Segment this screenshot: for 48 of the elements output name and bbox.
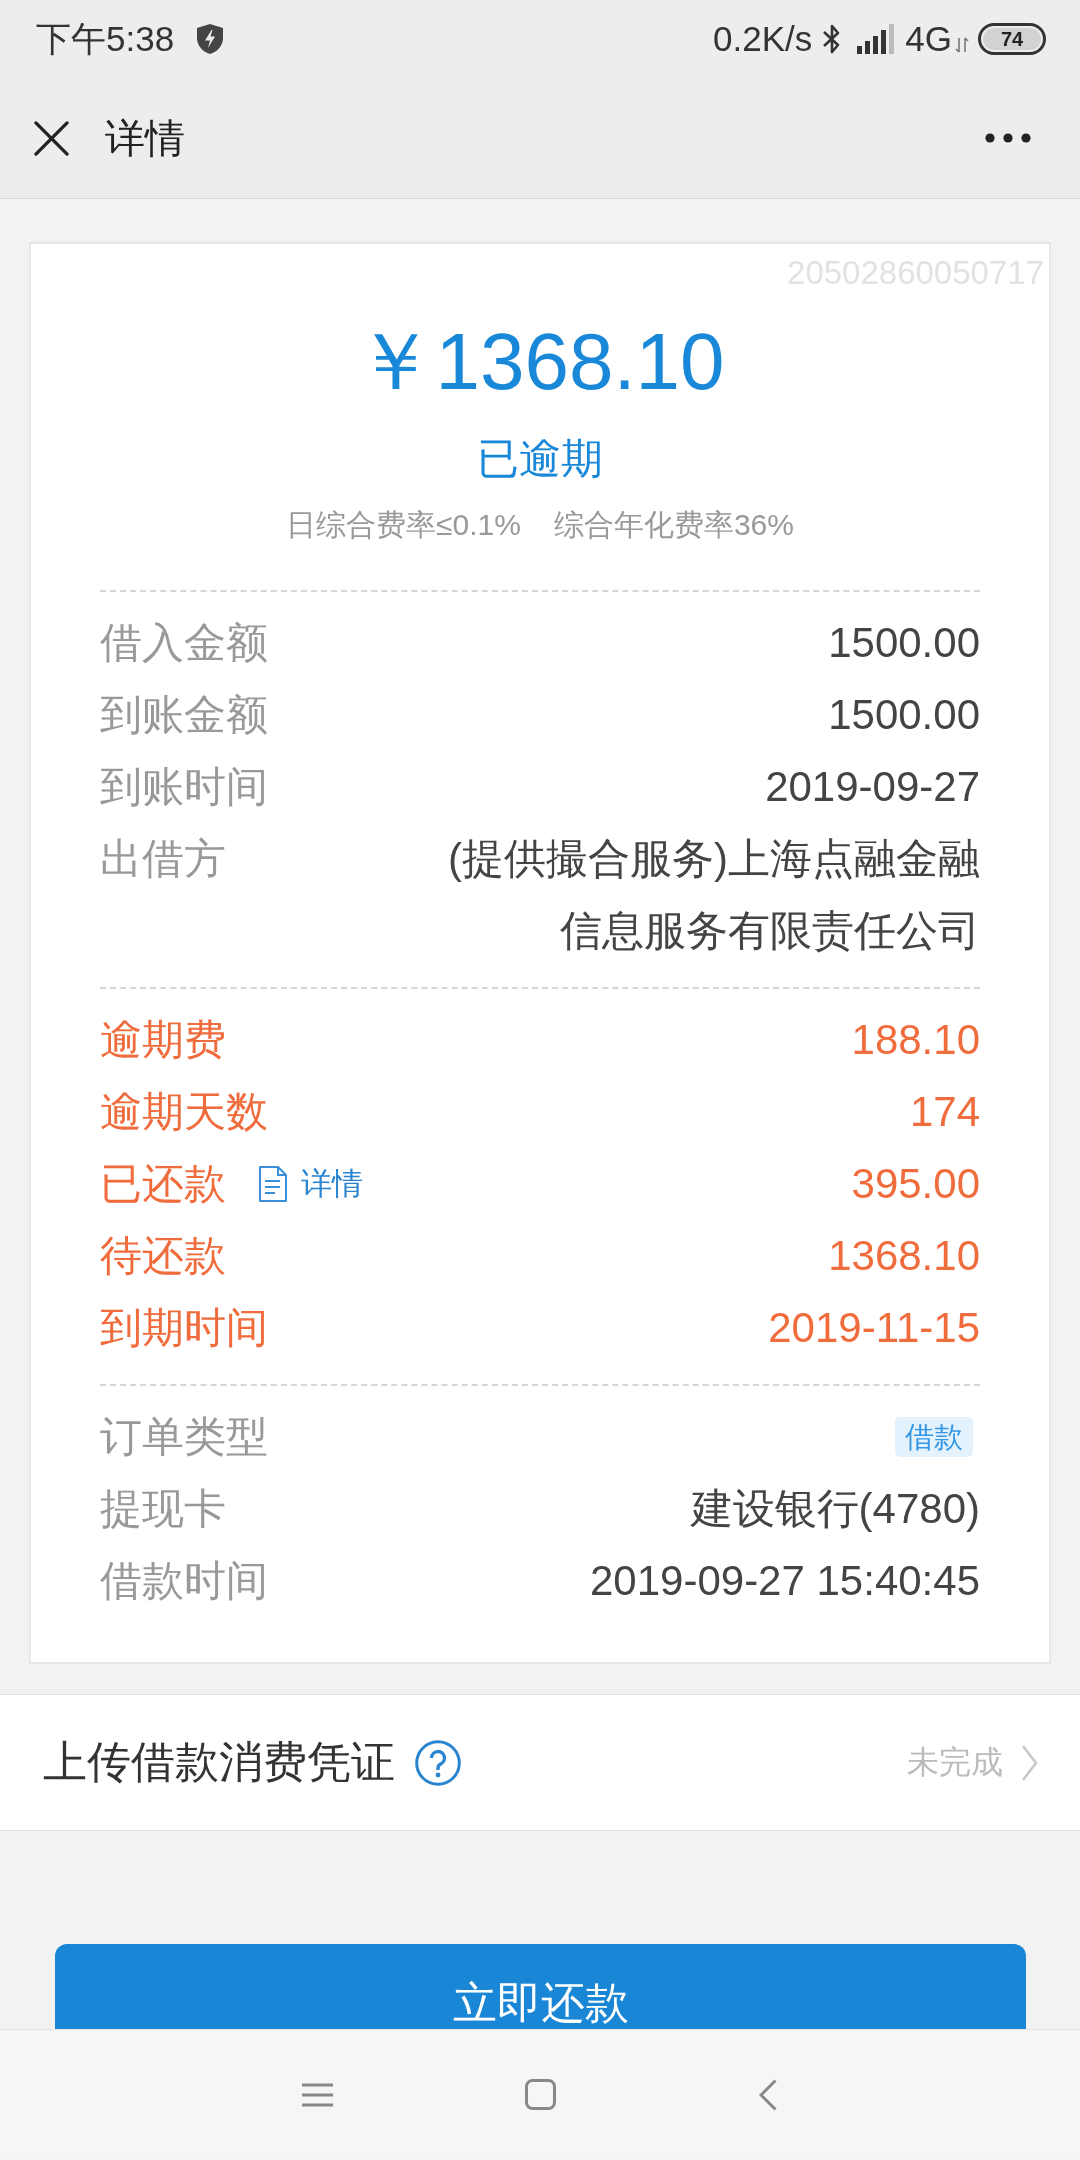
- close-icon[interactable]: [34, 120, 69, 156]
- row-label: 已还款: [100, 1159, 226, 1209]
- page-title: 详情: [105, 114, 185, 162]
- upload-status: 未完成: [907, 1742, 1003, 1782]
- menu-icon[interactable]: [302, 2082, 333, 2107]
- row-label: 出借方: [100, 834, 226, 884]
- row-value: 1368.10: [828, 1231, 980, 1281]
- help-icon[interactable]: [415, 1739, 461, 1786]
- row-value: 2019-09-27 15:40:45: [590, 1556, 980, 1606]
- status-text: 已逾期: [476, 434, 604, 484]
- fee-rate-text: 综合年化费率36%: [553, 507, 794, 543]
- shield-icon: [196, 23, 225, 55]
- row-label: 待还款: [100, 1231, 226, 1281]
- row-label: 到账时间: [100, 762, 268, 812]
- row-label: 提现卡: [100, 1484, 226, 1534]
- details-link[interactable]: 详情: [301, 1164, 363, 1204]
- more-icon[interactable]: [985, 133, 1031, 143]
- row-value: 2019-09-27: [765, 762, 980, 812]
- row-value: 2019-11-15: [768, 1303, 980, 1353]
- row-label: 到期时间: [100, 1303, 268, 1353]
- row-value: 1500.00: [828, 690, 980, 740]
- row-label: 到账金额: [100, 690, 268, 740]
- data-arrows-icon: [955, 37, 969, 53]
- row-value: 1500.00: [828, 618, 980, 668]
- repay-button[interactable]: 立即还款: [55, 1944, 1026, 2029]
- row-label: 订单类型: [100, 1412, 268, 1462]
- document-icon: [258, 1165, 288, 1203]
- amount-due: ￥1368.10: [354, 316, 726, 408]
- row-label: 逾期天数: [100, 1087, 268, 1137]
- chevron-right-icon: [1021, 1743, 1038, 1782]
- type-tag: 借款: [895, 1417, 973, 1457]
- row-label: 逾期费: [100, 1015, 226, 1065]
- row-label: 借款时间: [100, 1556, 268, 1606]
- status-time: 下午5:38: [36, 17, 175, 60]
- row-value: 395.00: [851, 1159, 980, 1209]
- fee-rate-text: 日综合费率≤0.1%: [286, 507, 521, 543]
- network-type: 4G: [905, 19, 952, 59]
- row-value: (提供撮合服务)上海点融金融信息服务有限责任公司: [447, 834, 980, 956]
- back-icon[interactable]: [759, 2078, 777, 2111]
- row-value: 174: [909, 1087, 980, 1137]
- upload-section[interactable]: 上传借款消费凭证 未完成: [0, 1694, 1080, 1831]
- battery-indicator: 74: [978, 23, 1046, 55]
- network-speed: 0.2K/s: [713, 19, 813, 59]
- upload-title: 上传借款消费凭证: [43, 1736, 395, 1788]
- row-value: 188.10: [851, 1015, 980, 1065]
- row-label: 借入金额: [100, 618, 268, 668]
- row-value: 建设银行(4780): [690, 1484, 980, 1534]
- square-icon[interactable]: [525, 2079, 556, 2110]
